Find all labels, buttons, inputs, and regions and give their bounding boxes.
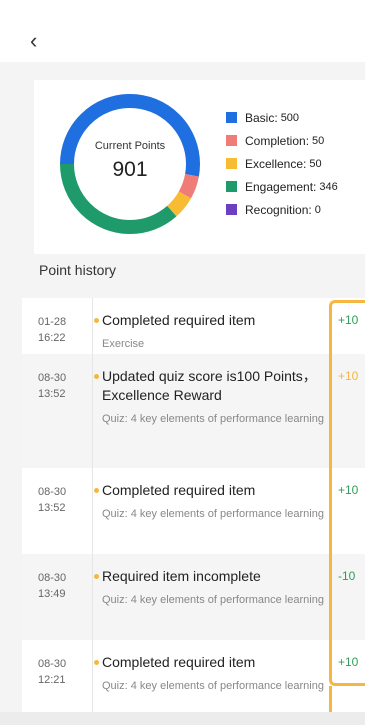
legend-value: 50 [309,157,322,170]
history-title: Updated quiz score is100 Points，Excellen… [102,368,317,403]
legend-item-4: Recognition: 0 [226,198,338,221]
timeline-dot [94,318,99,323]
history-date: 01-28 16:22 [38,316,67,344]
history-row[interactable]: 08-30 13:49 Required item incomplete Quiz: … [22,554,365,640]
legend-value: 346 [319,180,338,193]
legend-swatch [226,204,237,215]
legend-label: Basic: [245,110,278,125]
bottom-strip [0,712,365,725]
timeline-dot [94,574,99,579]
point-history-title: Point history [39,262,117,278]
history-title: Completed required item [102,312,256,328]
history-date: 08-30 13:52 [38,372,67,400]
history-title: Completed required item [102,482,256,498]
history-date: 08-30 13:52 [38,486,67,514]
history-subtitle: Exercise [102,338,145,350]
legend-item-1: Completion: 50 [226,129,338,152]
legend-value: 50 [312,134,325,147]
legend-item-3: Engagement: 346 [226,175,338,198]
history-subtitle: Quiz: 4 key elements of performance lear… [102,508,324,520]
legend-item-2: Excellence: 50 [226,152,338,175]
legend-swatch [226,135,237,146]
legend-label: Engagement: [245,179,317,194]
timeline-dot [94,488,99,493]
history-subtitle: Quiz: 4 key elements of performance lear… [102,680,324,692]
timeline-dot [94,374,99,379]
chevron-left-icon: ‹ [30,28,38,53]
legend-label: Completion: [245,133,310,148]
back-button[interactable]: ‹ [30,30,37,52]
history-title: Required item incomplete [102,568,261,584]
legend-value: 500 [280,111,300,124]
history-date: 08-30 12:21 [38,658,67,686]
timeline-line [92,298,93,725]
points-column-highlight [329,300,365,686]
legend-label: Excellence: [245,156,307,171]
legend-item-0: Basic: 500 [226,106,338,129]
history-row[interactable]: 08-30 13:52 Updated quiz score is100 Point… [22,354,365,468]
points-summary-card: Current Points 901 Basic: 500 Completion: 5… [34,80,365,254]
legend-value: 0 [314,203,321,216]
legend-swatch [226,158,237,169]
history-row[interactable]: 08-30 13:52 Completed required item Quiz: 4… [22,468,365,554]
donut-center: Current Points 901 [56,90,204,238]
history-subtitle: Quiz: 4 key elements of performance lear… [102,413,324,425]
top-bar: ‹ [0,0,365,62]
history-row[interactable]: 01-28 16:22 Completed required item Exercis… [22,298,365,354]
points-legend: Basic: 500 Completion: 50 Excellence: 50 Engag… [226,106,338,221]
history-subtitle: Quiz: 4 key elements of performance lear… [102,594,324,606]
point-history-list: 01-28 16:22 Completed required item Exercis… [22,298,365,725]
legend-swatch [226,112,237,123]
current-points-label: Current Points [94,140,166,152]
history-title: Completed required item [102,654,256,670]
timeline-dot [94,660,99,665]
legend-swatch [226,181,237,192]
current-points-value: 901 [112,158,148,181]
history-date: 08-30 13:49 [38,572,67,600]
legend-label: Recognition: [245,202,312,217]
